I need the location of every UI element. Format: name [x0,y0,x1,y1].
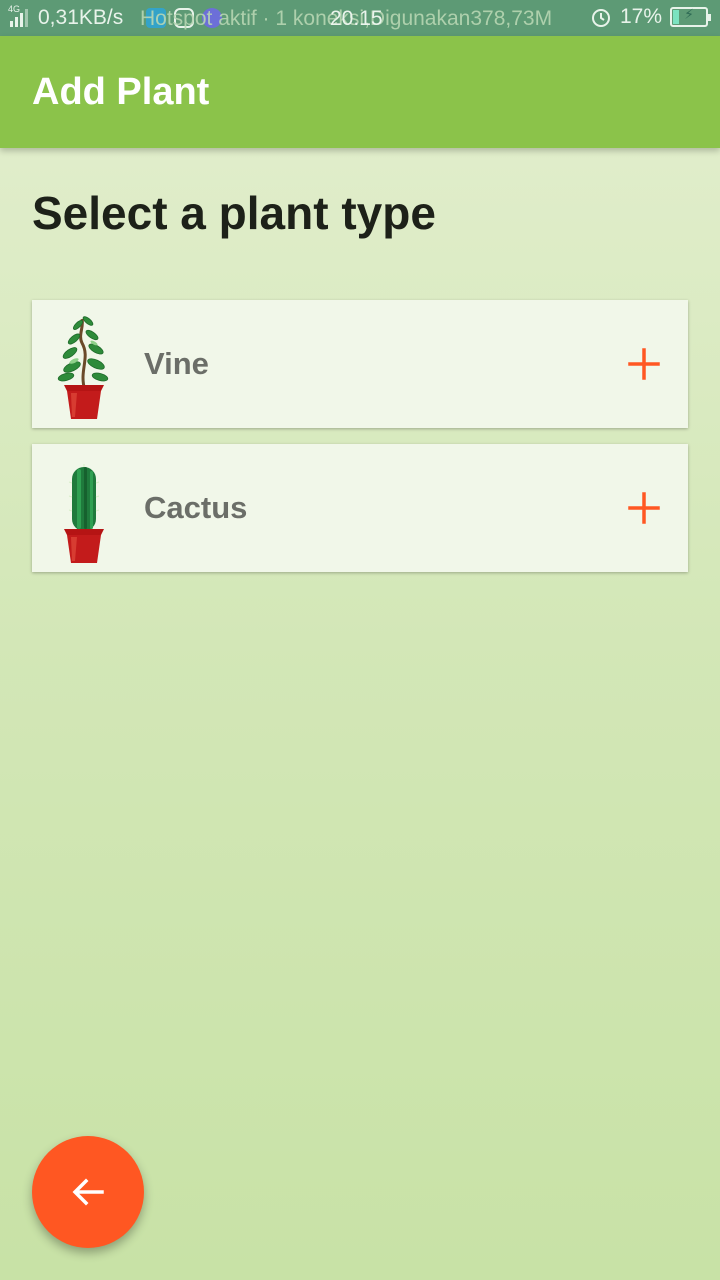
network-speed: 0,31KB/s [38,6,124,29]
back-fab-button[interactable] [32,1136,144,1248]
app-bar: Add Plant [0,36,720,148]
battery-icon: ⚡ [670,6,711,27]
status-time: 20.15 [330,7,383,30]
arrow-back-icon [72,1178,104,1206]
status-bar-left: 0,31KB/s [10,6,123,30]
plant-type-label: Vine [144,346,209,381]
battery-percent: 17% [619,5,662,28]
add-cactus-button[interactable] [624,488,664,528]
plant-type-item-vine[interactable]: Vine [32,300,688,428]
status-bar: 4G 0,31KB/s Hotspot aktif · 1 koneksi,Di… [0,0,720,36]
vine-plant-icon [44,309,124,419]
plus-icon [628,492,660,524]
plant-type-list: Vine Cactus [32,300,688,588]
alarm-icon [591,9,610,27]
cactus-plant-icon [44,453,124,563]
plant-type-item-cactus[interactable]: Cactus [32,444,688,572]
plus-icon [628,348,660,380]
status-bar-right: 17% ⚡ [590,5,711,29]
app-bar-title: Add Plant [32,70,210,113]
network-type-label: 4G [8,4,21,14]
plant-type-label: Cactus [144,490,248,525]
add-vine-button[interactable] [624,344,664,384]
page-heading: Select a plant type [32,187,436,239]
charging-bolt-icon: ⚡ [684,6,694,22]
